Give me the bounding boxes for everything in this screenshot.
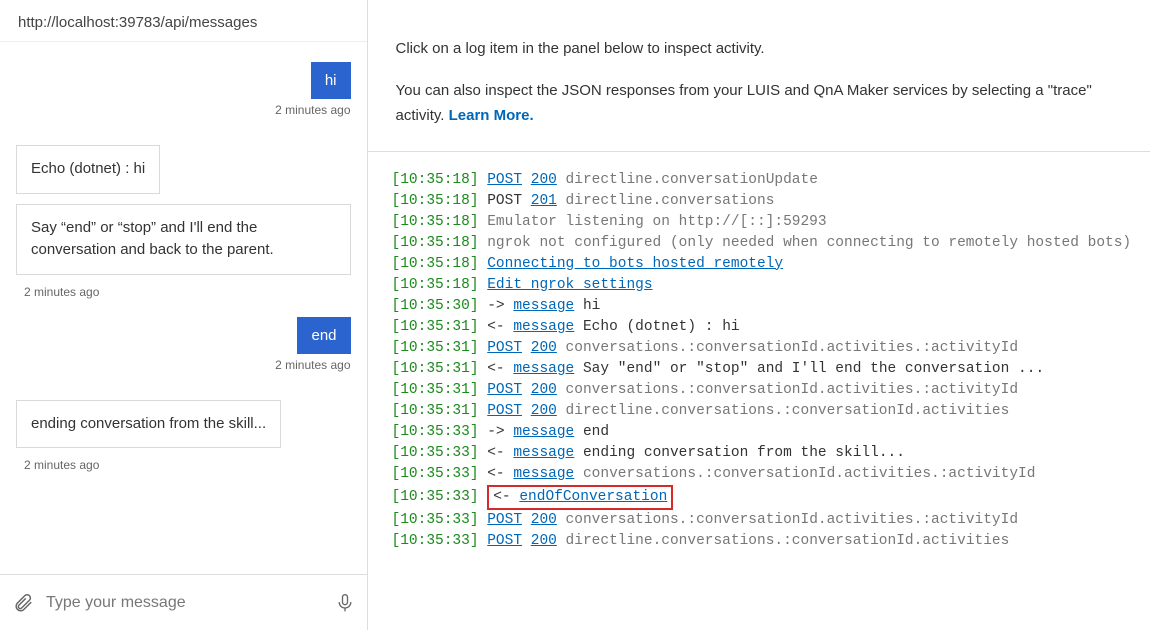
log-link-ngrok[interactable]: Edit ngrok settings bbox=[487, 277, 652, 293]
chat-message-user[interactable]: end 2 minutes ago bbox=[16, 317, 351, 372]
log-line[interactable]: [10:35:18] Edit ngrok settings bbox=[392, 275, 1140, 296]
log-line[interactable]: [10:35:31] POST 200 directline.conversat… bbox=[392, 401, 1140, 422]
chat-message-user[interactable]: hi 2 minutes ago bbox=[16, 62, 351, 117]
chat-timestamp: 2 minutes ago bbox=[275, 103, 350, 117]
log-link-status[interactable]: 200 bbox=[531, 340, 557, 356]
log-line[interactable]: [10:35:18] POST 201 directline.conversat… bbox=[392, 191, 1140, 212]
log-link-message[interactable]: message bbox=[513, 361, 574, 377]
log-line[interactable]: [10:35:18] Emulator listening on http://… bbox=[392, 212, 1140, 233]
activity-log[interactable]: [10:35:18] POST 200 directline.conversat… bbox=[368, 152, 1150, 630]
attachment-icon[interactable] bbox=[12, 591, 34, 615]
log-link-message[interactable]: message bbox=[513, 319, 574, 335]
log-line[interactable]: [10:35:33] -> message end bbox=[392, 422, 1140, 443]
log-link-eoc[interactable]: endOfConversation bbox=[519, 489, 667, 505]
log-link-post[interactable]: POST bbox=[487, 512, 522, 528]
log-link-post[interactable]: POST bbox=[487, 533, 522, 549]
composer bbox=[0, 574, 367, 630]
log-link-message[interactable]: message bbox=[513, 466, 574, 482]
chat-timestamp: 2 minutes ago bbox=[275, 358, 350, 372]
chat-bubble: hi bbox=[311, 62, 351, 99]
log-line[interactable]: [10:35:31] POST 200 conversations.:conve… bbox=[392, 380, 1140, 401]
log-link-status[interactable]: 200 bbox=[531, 403, 557, 419]
inspector-header: Click on a log item in the panel below t… bbox=[368, 0, 1150, 152]
chat-scroll[interactable]: hi 2 minutes ago Echo (dotnet) : hi Say … bbox=[0, 42, 367, 574]
chat-message-bot[interactable]: Say “end” or “stop” and I'll end the con… bbox=[16, 204, 351, 275]
chat-bubble: Echo (dotnet) : hi bbox=[16, 145, 160, 194]
learn-more-link[interactable]: Learn More. bbox=[449, 107, 534, 124]
log-line[interactable]: [10:35:18] Connecting to bots hosted rem… bbox=[392, 254, 1140, 275]
log-link-status[interactable]: 200 bbox=[531, 512, 557, 528]
log-line[interactable]: [10:35:33] POST 200 conversations.:conve… bbox=[392, 510, 1140, 531]
log-line[interactable]: [10:35:31] <- message Echo (dotnet) : hi bbox=[392, 317, 1140, 338]
log-link-message[interactable]: message bbox=[513, 424, 574, 440]
log-line[interactable]: [10:35:33] POST 200 directline.conversat… bbox=[392, 531, 1140, 552]
log-link-post[interactable]: POST bbox=[487, 382, 522, 398]
chat-bubble: ending conversation from the skill... bbox=[16, 400, 281, 449]
log-link-status[interactable]: 200 bbox=[531, 533, 557, 549]
chat-timestamp: 2 minutes ago bbox=[24, 285, 351, 299]
inspector-panel: Click on a log item in the panel below t… bbox=[368, 0, 1150, 630]
log-link-status[interactable]: 201 bbox=[531, 193, 557, 209]
chat-panel: http://localhost:39783/api/messages hi 2… bbox=[0, 0, 368, 630]
endpoint-url: http://localhost:39783/api/messages bbox=[0, 0, 367, 42]
log-line[interactable]: [10:35:31] <- message Say "end" or "stop… bbox=[392, 359, 1140, 380]
log-line[interactable]: [10:35:33] <- message ending conversatio… bbox=[392, 443, 1140, 464]
log-line[interactable]: [10:35:33] <- endOfConversation bbox=[392, 485, 1140, 510]
chat-timestamp: 2 minutes ago bbox=[24, 458, 351, 472]
log-link-message[interactable]: message bbox=[513, 445, 574, 461]
log-line[interactable]: [10:35:31] POST 200 conversations.:conve… bbox=[392, 338, 1140, 359]
log-line[interactable]: [10:35:18] POST 200 directline.conversat… bbox=[392, 170, 1140, 191]
chat-bubble: Say “end” or “stop” and I'll end the con… bbox=[16, 204, 351, 275]
chat-message-bot[interactable]: ending conversation from the skill... bbox=[16, 400, 351, 449]
log-link-post[interactable]: POST bbox=[487, 340, 522, 356]
microphone-icon[interactable] bbox=[335, 591, 355, 615]
log-link-remote[interactable]: Connecting to bots hosted remotely bbox=[487, 256, 783, 272]
log-line[interactable]: [10:35:33] <- message conversations.:con… bbox=[392, 464, 1140, 485]
inspector-hint-2: You can also inspect the JSON responses … bbox=[396, 78, 1122, 129]
chat-bubble: end bbox=[297, 317, 350, 354]
log-link-post[interactable]: POST bbox=[487, 172, 522, 188]
log-link-post[interactable]: POST bbox=[487, 403, 522, 419]
log-link-status[interactable]: 200 bbox=[531, 172, 557, 188]
log-line[interactable]: [10:35:30] -> message hi bbox=[392, 296, 1140, 317]
inspector-hint-1: Click on a log item in the panel below t… bbox=[396, 36, 1122, 62]
log-link-message[interactable]: message bbox=[513, 298, 574, 314]
chat-message-bot[interactable]: Echo (dotnet) : hi bbox=[16, 145, 351, 194]
log-line[interactable]: [10:35:18] ngrok not configured (only ne… bbox=[392, 233, 1140, 254]
message-input[interactable] bbox=[34, 594, 335, 612]
highlighted-log-entry[interactable]: <- endOfConversation bbox=[487, 485, 673, 510]
log-link-status[interactable]: 200 bbox=[531, 382, 557, 398]
